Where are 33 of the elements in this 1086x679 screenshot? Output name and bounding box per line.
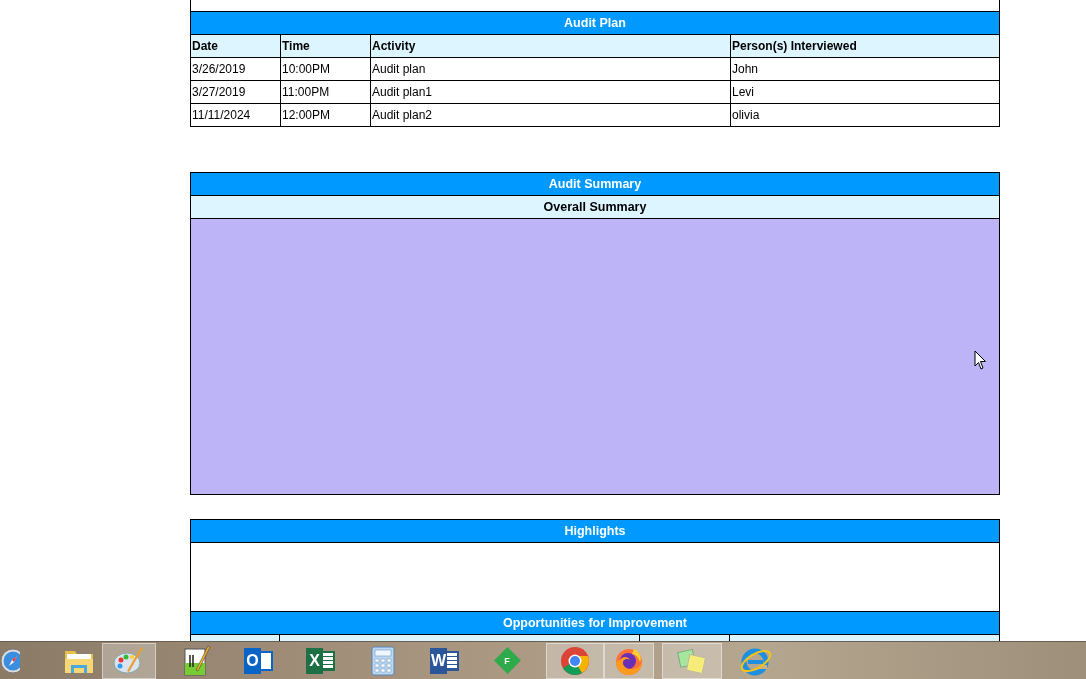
compass-icon (0, 647, 20, 674)
sticky-notes-icon (676, 646, 708, 675)
taskbar-button[interactable]: O (228, 642, 290, 679)
mouse-pointer-icon (974, 350, 987, 371)
table-cell: 11:00PM (280, 81, 370, 103)
taskbar-button[interactable]: X (290, 642, 352, 679)
table-cell: olivia (730, 104, 999, 126)
column-header: Activity (370, 35, 730, 57)
notepad-icon (182, 644, 212, 677)
section-title: Highlights (191, 520, 999, 543)
table-cell: John (730, 58, 999, 80)
column-header: Time (280, 35, 370, 57)
taskbar-button[interactable]: W (414, 642, 476, 679)
section-title: Opportunities for Improvement (191, 612, 999, 635)
table-cell: Audit plan (370, 58, 730, 80)
table-cell-text: 3/26/2019 (191, 61, 247, 78)
browser-circle-icon (560, 645, 590, 676)
table-cell: 12:00PM (280, 104, 370, 126)
palette-icon (113, 645, 145, 676)
table-cell: Levi (730, 81, 999, 103)
table-cell: Audit plan2 (370, 104, 730, 126)
table-cell: Audit plan1 (370, 81, 730, 103)
section-subtitle: Overall Summary (191, 196, 999, 219)
section-title: Audit Summary (191, 173, 999, 196)
column-header: Person(s) Interviewed (730, 35, 999, 57)
table-cell-text: 3/27/2019 (191, 84, 247, 101)
taskbar-button[interactable] (604, 642, 654, 679)
table-cell-text: 11/11/2024 (191, 107, 252, 124)
table-title: Audit Plan (191, 12, 999, 35)
calculator-icon (371, 645, 395, 676)
column-header: Date (191, 38, 219, 55)
taskbar-button[interactable] (546, 642, 604, 679)
table-cell: 10:00PM (280, 58, 370, 80)
